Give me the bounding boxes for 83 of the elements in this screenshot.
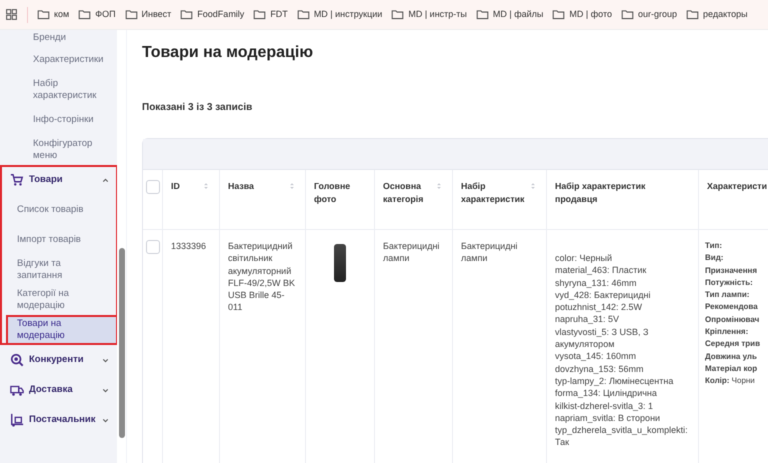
folder-icon xyxy=(180,8,194,21)
spec-line: Опромінювач xyxy=(705,314,760,326)
page-title: Товари на модерацію xyxy=(142,43,314,63)
hand-truck-icon xyxy=(10,413,24,427)
spec-line: typ-lampy_2: Люмінесцентна xyxy=(555,374,674,388)
bookmark-link[interactable]: MD | файлы xyxy=(476,8,544,22)
spec-line: color: Черный xyxy=(555,252,613,264)
cart-icon xyxy=(10,173,24,187)
spec-line: Матеріал кор xyxy=(705,362,758,375)
sidebar-group[interactable]: Доставка xyxy=(0,375,118,405)
spec-line: shyryna_131: 46mm xyxy=(555,276,638,289)
folder-icon xyxy=(124,8,138,21)
spec-line: vysota_145: 160mm xyxy=(555,350,638,363)
truck-icon xyxy=(10,383,24,397)
row-checkbox[interactable] xyxy=(146,240,160,254)
bookmark-link[interactable]: our-group xyxy=(620,8,677,22)
magnifier-icon xyxy=(10,353,24,367)
spec-line: Вид: xyxy=(705,252,724,264)
bookmark-link[interactable]: MD | инструкции xyxy=(296,8,382,22)
spec-line: Рекомендова xyxy=(705,301,759,314)
column-header[interactable]: Характеристи xyxy=(707,180,768,194)
column-header[interactable]: Назва xyxy=(228,180,254,194)
sidebar-item[interactable]: Товари на модерацію xyxy=(6,315,118,345)
spec-line: dovzhyna_153: 56mm xyxy=(555,362,645,375)
records-info: Показані 3 із 3 записів xyxy=(142,101,254,114)
sidebar-item[interactable]: Імпорт товарів xyxy=(6,225,118,255)
sidebar-group[interactable]: Конкуренти xyxy=(0,345,118,375)
sidebar-group[interactable]: Товари xyxy=(0,165,118,195)
column-header[interactable]: Набір характеристик xyxy=(461,180,526,206)
folder-icon xyxy=(476,8,489,21)
spec-line: Призначення xyxy=(705,264,758,277)
scrollbar-thumb[interactable] xyxy=(119,248,125,438)
folder-icon xyxy=(253,8,266,21)
spec-line: forma_134: Циліндрична xyxy=(555,387,658,400)
spec-line: Кріплення: xyxy=(705,326,750,338)
select-all-checkbox[interactable] xyxy=(146,180,160,194)
column-header[interactable]: ID xyxy=(171,180,180,194)
folder-icon xyxy=(552,8,566,21)
spec-line: vyd_428: Бактерицидні xyxy=(555,288,652,302)
folder-icon xyxy=(296,8,310,21)
spec-line: Середня трив xyxy=(705,338,760,350)
folder-icon xyxy=(391,8,404,21)
sidebar-item[interactable]: Список товарів xyxy=(6,195,118,225)
bookmark-link[interactable]: ФОП xyxy=(78,8,116,22)
spec-line: Колір: Чорни xyxy=(705,375,756,388)
spec-line: napriam_svitla: В сторони xyxy=(555,412,662,424)
folder-icon xyxy=(620,8,634,21)
bookmark-link[interactable]: MD | фото xyxy=(552,8,612,22)
apps-grid-icon xyxy=(5,8,18,21)
sidebar-item[interactable]: Бренди xyxy=(0,30,118,45)
spec-line: potuzhnist_142: 2.5W xyxy=(555,301,644,314)
folder-icon xyxy=(37,8,50,21)
spec-line: Довжина уль xyxy=(705,350,758,363)
bookmark-link[interactable]: FoodFamily xyxy=(180,8,244,22)
table-cell: Бактерицидні лампи xyxy=(383,241,440,264)
bookmark-link[interactable]: ком xyxy=(37,8,70,22)
sidebar-item[interactable]: Відгуки та запитання xyxy=(6,255,118,285)
spec-line: napruha_31: 5V xyxy=(555,313,620,326)
spec-line: kilkist-dzherel-svitla_3: 1 xyxy=(555,400,654,412)
table-cell: Бактерицидний світильник акумуляторний FLF-49/2,5W BK USB Brille 45-011 xyxy=(228,241,296,312)
product-photo xyxy=(334,244,346,282)
folder-icon xyxy=(686,8,699,21)
folder-icon xyxy=(78,8,92,21)
spec-line: Тип: xyxy=(705,240,723,252)
sidebar-group[interactable]: Постачальник xyxy=(0,405,118,435)
bookmark-link[interactable]: MD | инстр-ты xyxy=(391,8,467,22)
spec-line: material_463: Пластик xyxy=(555,264,648,277)
sidebar-item[interactable]: Характеристики xyxy=(0,45,118,75)
column-header[interactable]: Набір характеристик продавця xyxy=(555,180,665,206)
sidebar-item[interactable]: Конфігуратор меню xyxy=(0,135,118,165)
spec-line: Тип лампи: xyxy=(705,289,750,302)
bookmark-link[interactable]: FDT xyxy=(253,8,288,22)
table-cell: 1333396 xyxy=(171,241,206,251)
column-header[interactable]: Головне фото xyxy=(314,180,366,206)
sidebar-item[interactable]: Категорії на модерацію xyxy=(6,285,118,315)
bookmark-link[interactable]: редакторы xyxy=(686,8,748,22)
sidebar-item[interactable]: Інфо-сторінки xyxy=(0,105,118,135)
bookmark-link[interactable]: Инвест xyxy=(124,8,172,22)
table-cell: Бактерицидні лампи xyxy=(461,241,518,264)
sidebar-item[interactable]: Набір характеристик xyxy=(0,75,118,105)
spec-line: Потужність: xyxy=(705,276,754,289)
column-header[interactable]: Основна категорія xyxy=(383,180,432,206)
spec-line: typ_dzherela_svitla_u_komplekti: Так xyxy=(555,424,689,449)
